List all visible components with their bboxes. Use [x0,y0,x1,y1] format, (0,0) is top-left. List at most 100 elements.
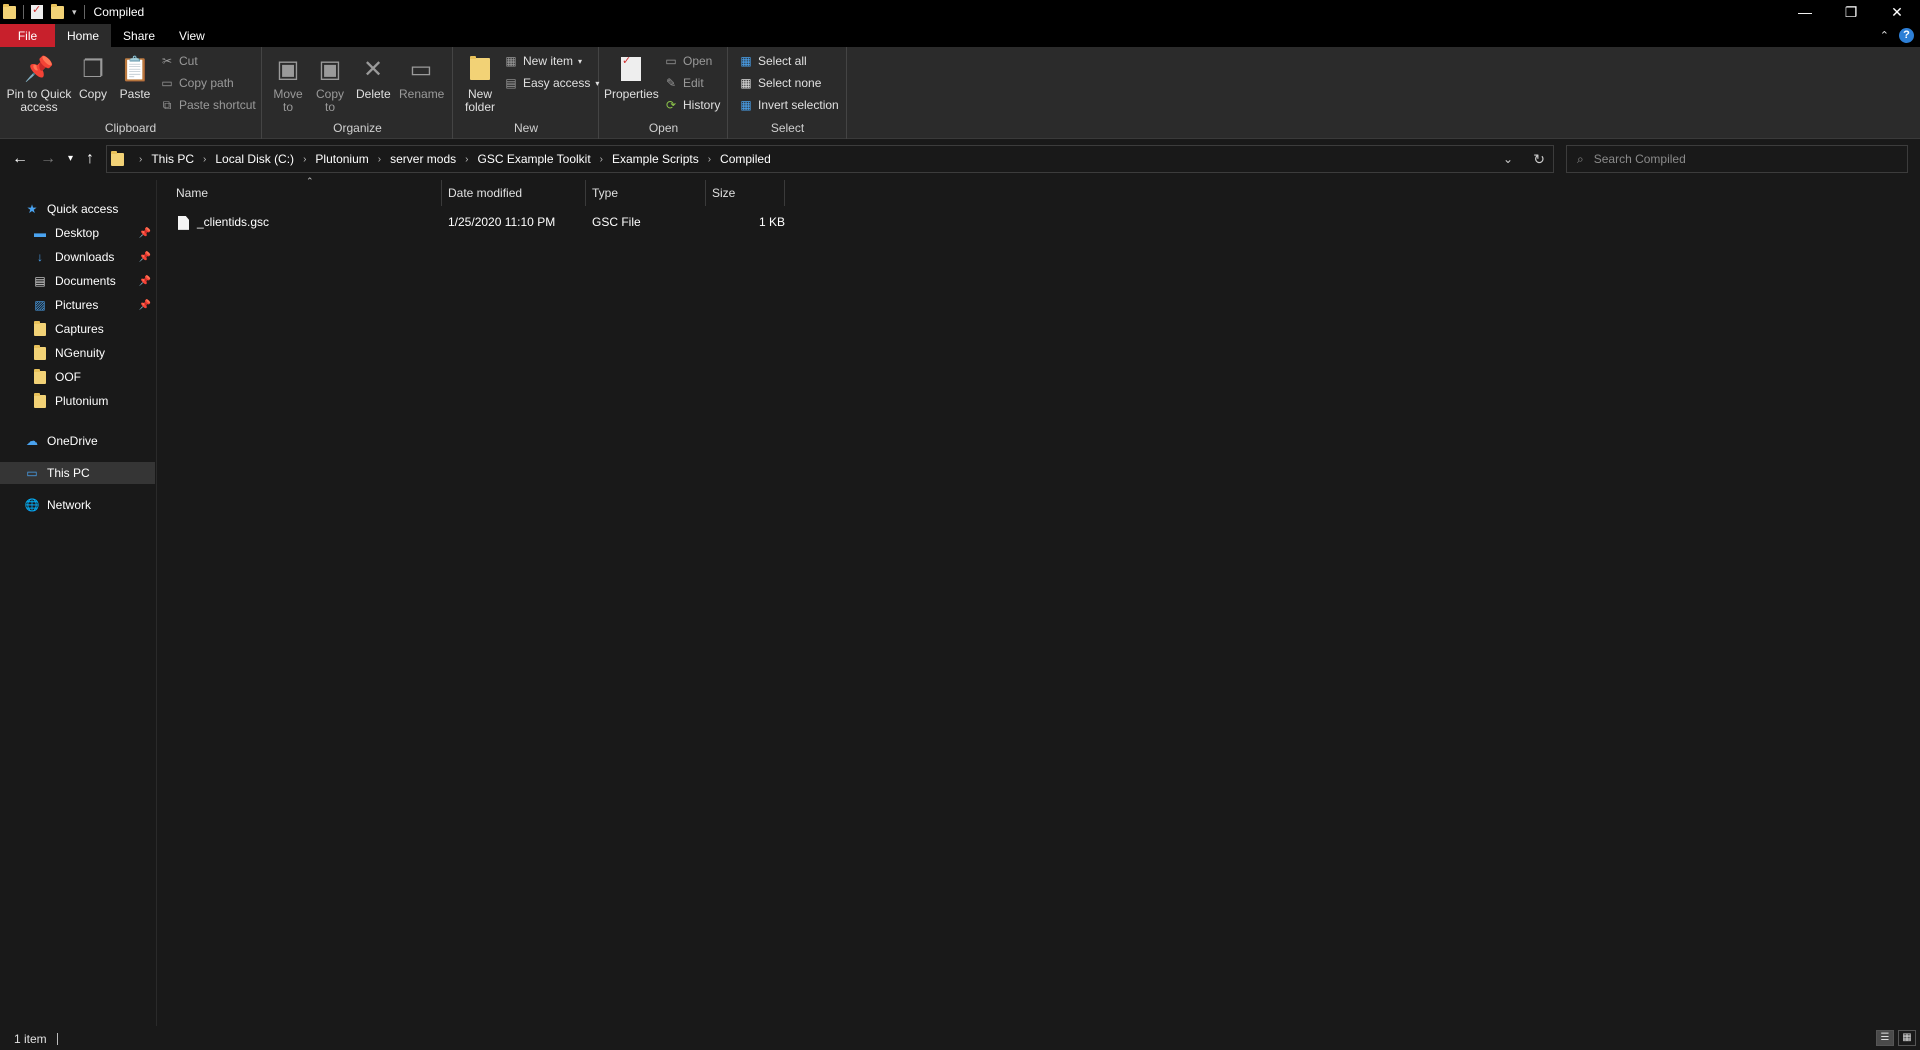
breadcrumb-label: Local Disk (C:) [215,152,295,166]
new-item-icon: ▦ [505,54,517,68]
invert-selection-label: Invert selection [758,98,839,112]
table-row[interactable]: _clientids.gsc 1/25/2020 11:10 PM GSC Fi… [170,212,785,232]
scissors-icon: ✂ [161,54,173,68]
edit-button[interactable]: ✎ Edit [664,74,704,92]
folder-icon [32,320,48,336]
easy-access-icon: ▤ [505,76,517,90]
restore-icon[interactable]: ❐ [1828,0,1874,24]
nav-onedrive[interactable]: ☁ OneDrive [0,430,155,452]
sidebar-item-plutonium[interactable]: Plutonium [0,390,155,412]
search-box[interactable]: ⌕ Search Compiled [1566,145,1908,173]
sidebar-item-downloads[interactable]: ↓ Downloads 📌 [0,246,155,268]
column-date-label: Date modified [448,186,523,200]
tab-view[interactable]: View [167,24,217,47]
breadcrumb-chevron-icon[interactable]: › [699,154,720,165]
sidebar-item-desktop[interactable]: ▬ Desktop 📌 [0,222,155,244]
sidebar-item-documents[interactable]: ▤ Documents 📌 [0,270,155,292]
address-bar[interactable]: › This PC › Local Disk (C:) › Plutonium › serv… [106,145,1554,173]
breadcrumb-chevron-icon[interactable]: › [294,154,315,165]
breadcrumb-item[interactable]: Compiled [720,152,771,166]
select-none-button[interactable]: ▦ Select none [739,74,821,92]
column-name[interactable]: Name ⌃ [170,176,442,206]
up-icon[interactable]: ↑ [86,150,94,168]
breadcrumb-item[interactable]: Example Scripts [612,152,699,166]
paste-button[interactable]: 📋 Paste [118,53,152,101]
breadcrumb-label: GSC Example Toolkit [477,152,591,166]
address-bar-row: ← → ▾ ↑ › This PC › Local Disk (C:) › Pluton… [0,140,1920,178]
pin-icon: 📌 [138,227,151,239]
breadcrumb-item[interactable]: This PC [151,152,194,166]
tab-file[interactable]: File [0,24,55,47]
rename-button[interactable]: ▭ Rename [399,53,444,101]
recent-locations-icon[interactable]: ▾ [68,153,73,164]
tab-share[interactable]: Share [111,24,167,47]
move-to-button[interactable]: ▣ Move to [271,53,305,114]
delete-label: Delete [356,87,391,101]
delete-button[interactable]: ✕ Delete [356,53,391,101]
sidebar-item-oof[interactable]: OOF [0,366,155,388]
address-dropdown-icon[interactable]: ⌄ [1503,152,1513,166]
breadcrumb-chevron-icon[interactable]: › [369,154,390,165]
column-type[interactable]: Type [586,180,706,206]
properties-icon[interactable] [31,3,43,19]
forward-icon[interactable]: → [40,150,56,168]
large-icons-view-icon[interactable]: ▦ [1898,1030,1916,1046]
sidebar-item-ngenuity[interactable]: NGenuity [0,342,155,364]
refresh-icon[interactable]: ↻ [1533,151,1545,168]
history-button[interactable]: ⟳ History [664,96,720,114]
file-name-cell: _clientids.gsc [178,215,269,230]
column-date[interactable]: Date modified [442,180,586,206]
new-label: New [513,121,538,135]
select-all-button[interactable]: ▦ Select all [739,52,806,70]
sidebar-item-pictures[interactable]: ▨ Pictures 📌 [0,294,155,316]
star-icon: ★ [26,202,38,216]
sidebar-item-label: NGenuity [55,346,106,360]
breadcrumb-item[interactable]: Local Disk (C:) [215,152,294,166]
easy-access-button[interactable]: ▤ Easy access ▾ [504,74,599,92]
new-folder-icon [464,53,496,85]
invert-selection-button[interactable]: ▦ Invert selection [739,96,839,114]
nav-network[interactable]: 🌐 Network [0,494,155,516]
close-icon[interactable]: ✕ [1874,0,1920,24]
help-icon[interactable]: ? [1899,28,1914,43]
sidebar-item-captures[interactable]: Captures [0,318,155,340]
back-icon[interactable]: ← [12,150,28,168]
delete-icon: ✕ [362,55,384,83]
cut-button[interactable]: ✂ Cut [160,52,198,70]
paste-shortcut-button[interactable]: ⧉ Paste shortcut [160,96,256,114]
pin-icon: 📌 [138,299,151,311]
column-size[interactable]: Size [706,180,785,206]
customize-toolbar-icon[interactable]: ▾ [72,7,77,18]
pin-icon: 📌 [24,55,54,83]
nav-quick-access[interactable]: ★ Quick access [0,198,155,220]
minimize-icon[interactable]: — [1782,0,1828,24]
new-folder-label: New folder [464,87,496,114]
edit-label: Edit [683,76,704,90]
details-view-icon[interactable]: ☰ [1876,1030,1894,1046]
open-button[interactable]: ▭ Open [664,52,712,70]
new-folder-button[interactable]: New folder [460,53,500,114]
breadcrumb-chevron-icon[interactable]: › [194,154,215,165]
copy-to-button[interactable]: ▣ Copy to [313,53,347,114]
breadcrumb-label: Example Scripts [612,152,699,166]
properties-label: Properties [604,87,659,101]
pin-to-quick-access-button[interactable]: 📌 Pin to Quick access [6,53,72,114]
properties-button[interactable]: Properties [604,53,659,101]
new-item-button[interactable]: ▦ New item ▾ [504,52,582,70]
breadcrumb-item[interactable]: server mods [390,152,456,166]
cloud-icon: ☁ [26,434,38,448]
breadcrumb-label: This PC [151,152,195,166]
copy-path-button[interactable]: ▭ Copy path [160,74,233,92]
copy-button[interactable]: ❐ Copy [76,53,110,101]
sidebar-item-label: Captures [55,322,104,336]
breadcrumb-chevron-icon[interactable]: › [591,154,612,165]
collapse-ribbon-icon[interactable]: ⌃ [1880,29,1889,42]
breadcrumb-item[interactable]: Plutonium [315,152,368,166]
new-folder-icon[interactable] [51,3,64,19]
breadcrumb-chevron-icon[interactable]: › [456,154,477,165]
nav-onedrive-label: OneDrive [47,434,98,448]
nav-this-pc[interactable]: ▭ This PC [0,462,155,484]
breadcrumb-item[interactable]: GSC Example Toolkit [478,152,591,166]
paste-shortcut-icon: ⧉ [162,97,172,112]
tab-home[interactable]: Home [55,24,112,47]
